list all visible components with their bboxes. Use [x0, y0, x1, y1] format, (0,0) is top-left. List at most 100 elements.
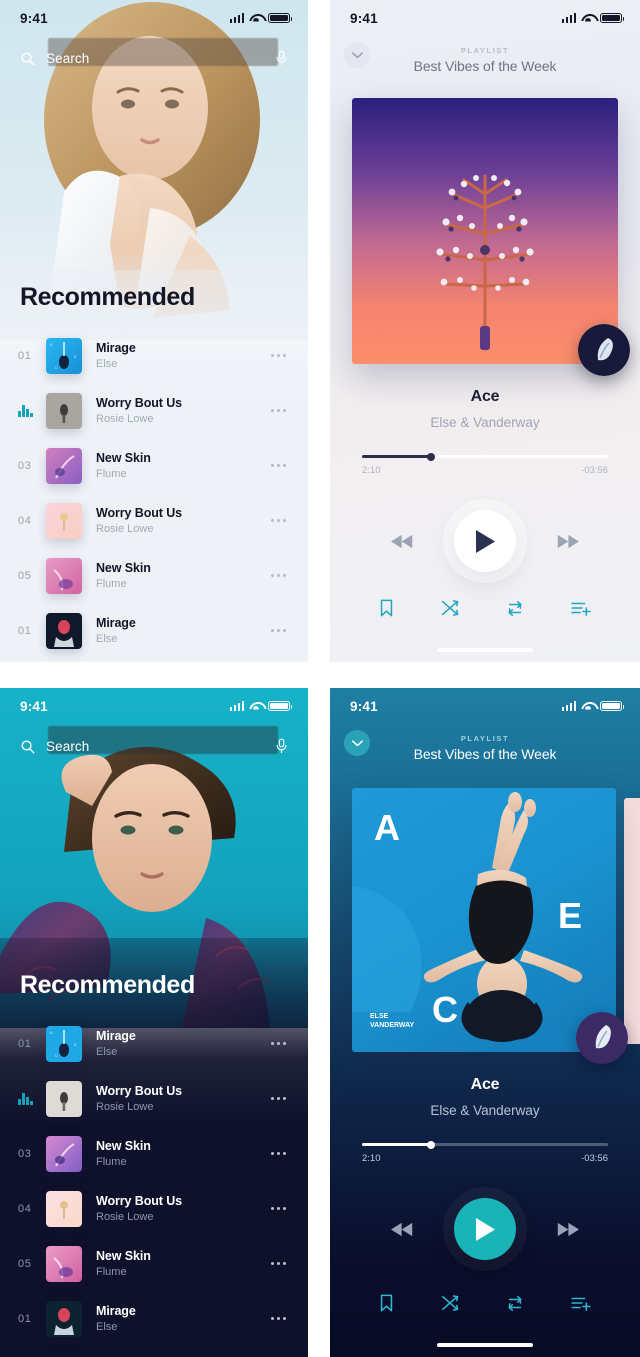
table-row[interactable]: 04 Worry Bout Us Rosie Lowe — [18, 493, 290, 548]
track-artist: Flume — [96, 1266, 271, 1278]
status-indicators — [230, 13, 291, 24]
repeat-button[interactable] — [506, 1295, 524, 1312]
playlist-name: Best Vibes of the Week — [414, 746, 557, 762]
play-button[interactable] — [454, 1198, 516, 1260]
table-row[interactable]: 05 New Skin Flume — [18, 1236, 290, 1291]
bookmark-button[interactable] — [379, 599, 394, 617]
progress-section: 2:10 -03:56 — [362, 1143, 608, 1164]
svg-text:E: E — [558, 895, 582, 936]
album-cover — [46, 1246, 82, 1282]
album-cover — [46, 448, 82, 484]
time-labels: 2:10 -03:56 — [362, 465, 608, 476]
chevron-down-icon — [352, 52, 363, 59]
collapse-player-button[interactable] — [344, 42, 370, 68]
artist-avatar[interactable] — [578, 324, 630, 376]
more-options-icon[interactable] — [271, 409, 290, 412]
cover-art-newskin-violet — [46, 1136, 82, 1172]
album-art[interactable]: A E C ELSE VANDERWAY — [352, 788, 616, 1052]
table-row[interactable]: 01 Mirage Else — [18, 603, 290, 658]
search-bar[interactable]: Search — [0, 42, 308, 74]
dark-player-screen: 9:41 PLAYLIST Best Vibes of the Week — [330, 688, 640, 1357]
progress-handle[interactable] — [427, 453, 435, 461]
cover-art-worry-grey — [46, 393, 82, 429]
progress-slider[interactable] — [362, 455, 608, 458]
svg-text:VANDERWAY: VANDERWAY — [370, 1022, 415, 1029]
search-input[interactable]: Search — [46, 739, 264, 754]
cover-art-mirage-dark — [46, 1301, 82, 1337]
table-row[interactable]: 03 New Skin Flume — [18, 438, 290, 493]
album-cover: A E C — [46, 1026, 82, 1062]
svg-text:E: E — [74, 1042, 77, 1047]
search-input[interactable]: Search — [46, 51, 264, 66]
track-meta: New Skin Flume — [82, 451, 271, 480]
microphone-icon[interactable] — [275, 50, 288, 66]
table-row[interactable]: 04 Worry Bout Us Rosie Lowe — [18, 1181, 290, 1236]
cellular-signal-icon — [230, 13, 245, 23]
track-index: 01 — [18, 1313, 46, 1325]
play-icon — [474, 529, 496, 554]
table-row[interactable]: 01 Mirage Else — [18, 1291, 290, 1346]
artist-avatar[interactable] — [576, 1012, 628, 1064]
track-title: New Skin — [96, 561, 271, 575]
table-row[interactable]: 01 A E C Mirage Else — [18, 1016, 290, 1071]
more-options-icon[interactable] — [271, 1152, 290, 1155]
table-row[interactable]: 05 New Skin Flume — [18, 548, 290, 603]
track-index: 05 — [18, 1258, 46, 1270]
microphone-icon[interactable] — [275, 738, 288, 754]
add-to-queue-button[interactable] — [571, 1295, 591, 1311]
cover-art-worry-pink — [46, 1191, 82, 1227]
status-time: 9:41 — [350, 699, 378, 714]
cover-art-mirage-dark — [46, 613, 82, 649]
track-artist: Rosie Lowe — [96, 1211, 271, 1223]
light-recommended-screen: 9:41 Search — [0, 0, 308, 662]
elapsed-time: 2:10 — [362, 1153, 381, 1164]
progress-slider[interactable] — [362, 1143, 608, 1146]
home-indicator — [437, 1343, 533, 1347]
more-options-icon[interactable] — [271, 519, 290, 522]
fast-forward-button[interactable] — [556, 534, 579, 549]
player-action-bar — [330, 588, 640, 628]
table-row[interactable]: 01 A E C Mirage Else — [18, 328, 290, 383]
next-album-card[interactable] — [624, 798, 640, 1044]
more-options-icon[interactable] — [271, 354, 290, 357]
remaining-time: -03:56 — [581, 1153, 608, 1164]
fast-forward-button[interactable] — [556, 1222, 579, 1237]
more-options-icon[interactable] — [271, 1097, 290, 1100]
table-row[interactable]: 03 New Skin Flume — [18, 1126, 290, 1181]
cover-art-worry-grey — [46, 1081, 82, 1117]
more-options-icon[interactable] — [271, 1207, 290, 1210]
shuffle-button[interactable] — [441, 599, 459, 617]
bookmark-button[interactable] — [379, 1294, 394, 1312]
track-title: New Skin — [96, 1249, 271, 1263]
table-row[interactable]: Worry Bout Us Rosie Lowe — [18, 383, 290, 438]
album-art[interactable] — [352, 98, 618, 364]
rewind-button[interactable] — [391, 1222, 414, 1237]
add-to-queue-button[interactable] — [571, 600, 591, 616]
album-cover: A E C — [46, 338, 82, 374]
player-header: PLAYLIST Best Vibes of the Week — [330, 38, 640, 82]
track-title: New Skin — [96, 451, 271, 465]
shuffle-button[interactable] — [441, 1294, 459, 1312]
remaining-time: -03:56 — [581, 465, 608, 476]
track-artist: Else — [96, 633, 271, 645]
progress-handle[interactable] — [427, 1141, 435, 1149]
track-artist: Flume — [96, 468, 271, 480]
playback-controls — [330, 498, 640, 584]
table-row[interactable]: Worry Bout Us Rosie Lowe — [18, 1071, 290, 1126]
repeat-button[interactable] — [506, 600, 524, 617]
search-bar[interactable]: Search — [0, 730, 308, 762]
svg-text:E: E — [74, 354, 77, 359]
more-options-icon[interactable] — [271, 629, 290, 632]
more-options-icon[interactable] — [271, 574, 290, 577]
status-time: 9:41 — [20, 11, 48, 26]
collapse-player-button[interactable] — [344, 730, 370, 756]
more-options-icon[interactable] — [271, 1042, 290, 1045]
more-options-icon[interactable] — [271, 1317, 290, 1320]
play-button[interactable] — [454, 510, 516, 572]
track-title: Mirage — [96, 616, 271, 630]
battery-icon — [268, 701, 290, 712]
rewind-button[interactable] — [391, 534, 414, 549]
more-options-icon[interactable] — [271, 464, 290, 467]
more-options-icon[interactable] — [271, 1262, 290, 1265]
playback-controls — [330, 1186, 640, 1272]
